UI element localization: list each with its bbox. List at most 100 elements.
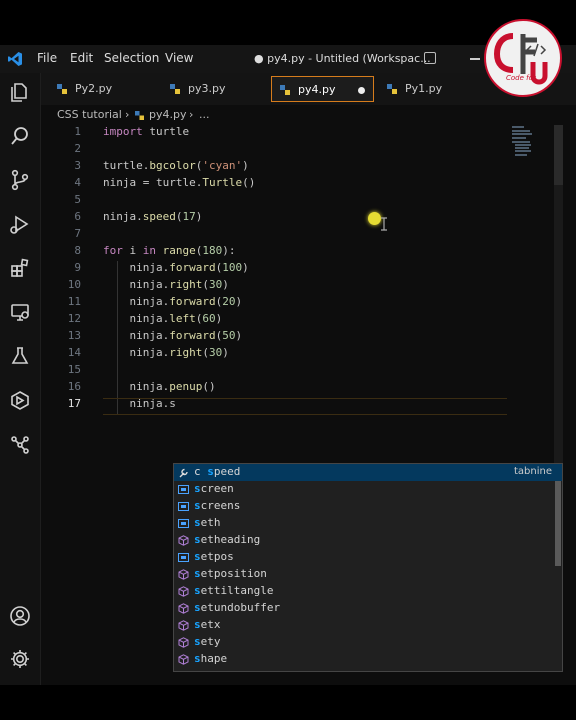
suggestion-item[interactable]: sety [174, 634, 562, 651]
code-line[interactable]: 5 [41, 193, 511, 210]
window-title: ● py4.py - Untitled (Workspac... [254, 52, 431, 65]
remote-explorer-icon[interactable] [9, 301, 31, 323]
chevron-right-icon: › [189, 108, 194, 121]
editor-scrollbar-thumb[interactable] [554, 125, 563, 185]
code-line[interactable]: 13 ninja.forward(50) [41, 329, 511, 346]
line-number: 13 [67, 329, 81, 342]
breadcrumb-trail[interactable]: ... [199, 108, 210, 121]
suggestion-scrollbar[interactable] [555, 481, 561, 566]
code-line[interactable]: 4 ninja = turtle.Turtle() [41, 176, 511, 193]
suggestion-item[interactable]: setheading [174, 532, 562, 549]
method-cube-icon [178, 535, 189, 546]
code-line[interactable]: 17 ninja.s [41, 397, 511, 414]
line-number: 1 [74, 125, 81, 138]
line-number: 6 [74, 210, 81, 223]
layout-toggle-icon[interactable] [424, 52, 436, 64]
field-icon [178, 502, 189, 511]
line-code: ninja.right(30) [103, 278, 229, 291]
tab-py4[interactable]: py4.py [271, 76, 374, 102]
code-line[interactable]: 14 ninja.right(30) [41, 346, 511, 363]
line-number: 9 [74, 261, 81, 274]
suggestion-item[interactable]: screens [174, 498, 562, 515]
suggestion-label: seth [194, 516, 221, 529]
suggestion-item[interactable]: setx [174, 617, 562, 634]
suggestion-item[interactable]: c speed tabnine [174, 464, 562, 481]
code-line[interactable]: 1 import turtle [41, 125, 511, 142]
python-file-icon [135, 111, 144, 120]
suggestion-label: settiltangle [194, 584, 274, 597]
code-line[interactable]: 3 turtle.bgcolor('cyan') [41, 159, 511, 176]
tab-py2[interactable]: Py2.py [49, 76, 157, 102]
suggestion-label: screen [194, 482, 234, 495]
code-line[interactable]: 15 [41, 363, 511, 380]
code-line[interactable]: 10 ninja.right(30) [41, 278, 511, 295]
code-line[interactable]: 6 ninja.speed(17) [41, 210, 511, 227]
line-code: ninja.forward(100) [103, 261, 249, 274]
line-number: 11 [67, 295, 81, 308]
code-line[interactable]: 8 for i in range(180): [41, 244, 511, 261]
menu-view[interactable]: View [165, 51, 193, 65]
menu-edit[interactable]: Edit [70, 51, 93, 65]
python-file-icon [280, 85, 290, 95]
line-number: 15 [67, 363, 81, 376]
field-icon [178, 553, 189, 562]
docker-icon[interactable] [9, 389, 31, 411]
suggestion-item[interactable]: setposition [174, 566, 562, 583]
suggestion-item[interactable]: screen [174, 481, 562, 498]
suggestion-item[interactable]: seth [174, 515, 562, 532]
git-graph-icon[interactable] [9, 433, 31, 455]
suggestion-label: setx [194, 618, 221, 631]
code-line[interactable]: 7 [41, 227, 511, 244]
field-icon [178, 485, 189, 494]
line-number: 5 [74, 193, 81, 206]
tab-py1[interactable]: Py1.py [379, 76, 484, 102]
line-number: 3 [74, 159, 81, 172]
breadcrumb-folder[interactable]: CSS tutorial [57, 108, 122, 121]
suggestion-item[interactable]: setundobuffer [174, 600, 562, 617]
account-icon[interactable] [9, 605, 31, 627]
line-code: ninja.forward(20) [103, 295, 243, 308]
extensions-icon[interactable] [9, 257, 31, 279]
suggestion-label: shape [194, 652, 228, 665]
menu-selection[interactable]: Selection [104, 51, 159, 65]
method-cube-icon [178, 654, 189, 665]
minimap[interactable] [512, 126, 534, 156]
method-cube-icon [178, 603, 189, 614]
breadcrumb-file[interactable]: py4.py [149, 108, 186, 121]
method-cube-icon [178, 637, 189, 648]
unsaved-dot-icon[interactable] [358, 87, 365, 94]
line-number: 4 [74, 176, 81, 189]
suggestion-widget[interactable]: c speed tabnine screen screens seth setheadin… [173, 463, 563, 672]
code-line[interactable]: 16 ninja.penup() [41, 380, 511, 397]
tab-label: py3.py [188, 82, 226, 95]
menu-file[interactable]: File [37, 51, 57, 65]
run-debug-icon[interactable] [9, 213, 31, 235]
vscode-logo-icon [8, 52, 22, 66]
line-number: 2 [74, 142, 81, 155]
python-file-icon [387, 84, 397, 94]
source-control-icon[interactable] [9, 169, 31, 191]
python-file-icon [57, 84, 67, 94]
code-line[interactable]: 11 ninja.forward(20) [41, 295, 511, 312]
explorer-icon[interactable] [9, 81, 31, 103]
field-icon [178, 519, 189, 528]
code-line[interactable]: 2 [41, 142, 511, 159]
code-line[interactable]: 9 ninja.forward(100) [41, 261, 511, 278]
search-icon[interactable] [9, 125, 31, 147]
line-code: ninja.left(60) [103, 312, 223, 325]
suggestion-item[interactable]: settiltangle [174, 583, 562, 600]
tab-py3[interactable]: py3.py [162, 76, 266, 102]
minimize-icon[interactable] [470, 58, 480, 60]
suggestion-label: setpos [194, 550, 234, 563]
settings-gear-icon[interactable] [9, 648, 31, 670]
line-number: 10 [67, 278, 81, 291]
suggestion-item[interactable]: shape [174, 651, 562, 668]
testing-icon[interactable] [9, 345, 31, 367]
suggestion-item[interactable]: setpos [174, 549, 562, 566]
wrench-icon [179, 468, 188, 478]
line-code: ninja.speed(17) [103, 210, 203, 223]
code-line[interactable]: 12 ninja.left(60) [41, 312, 511, 329]
code-for-u-logo: Code for [484, 19, 562, 97]
activity-bar [0, 73, 41, 685]
suggestion-label: setposition [194, 567, 267, 580]
